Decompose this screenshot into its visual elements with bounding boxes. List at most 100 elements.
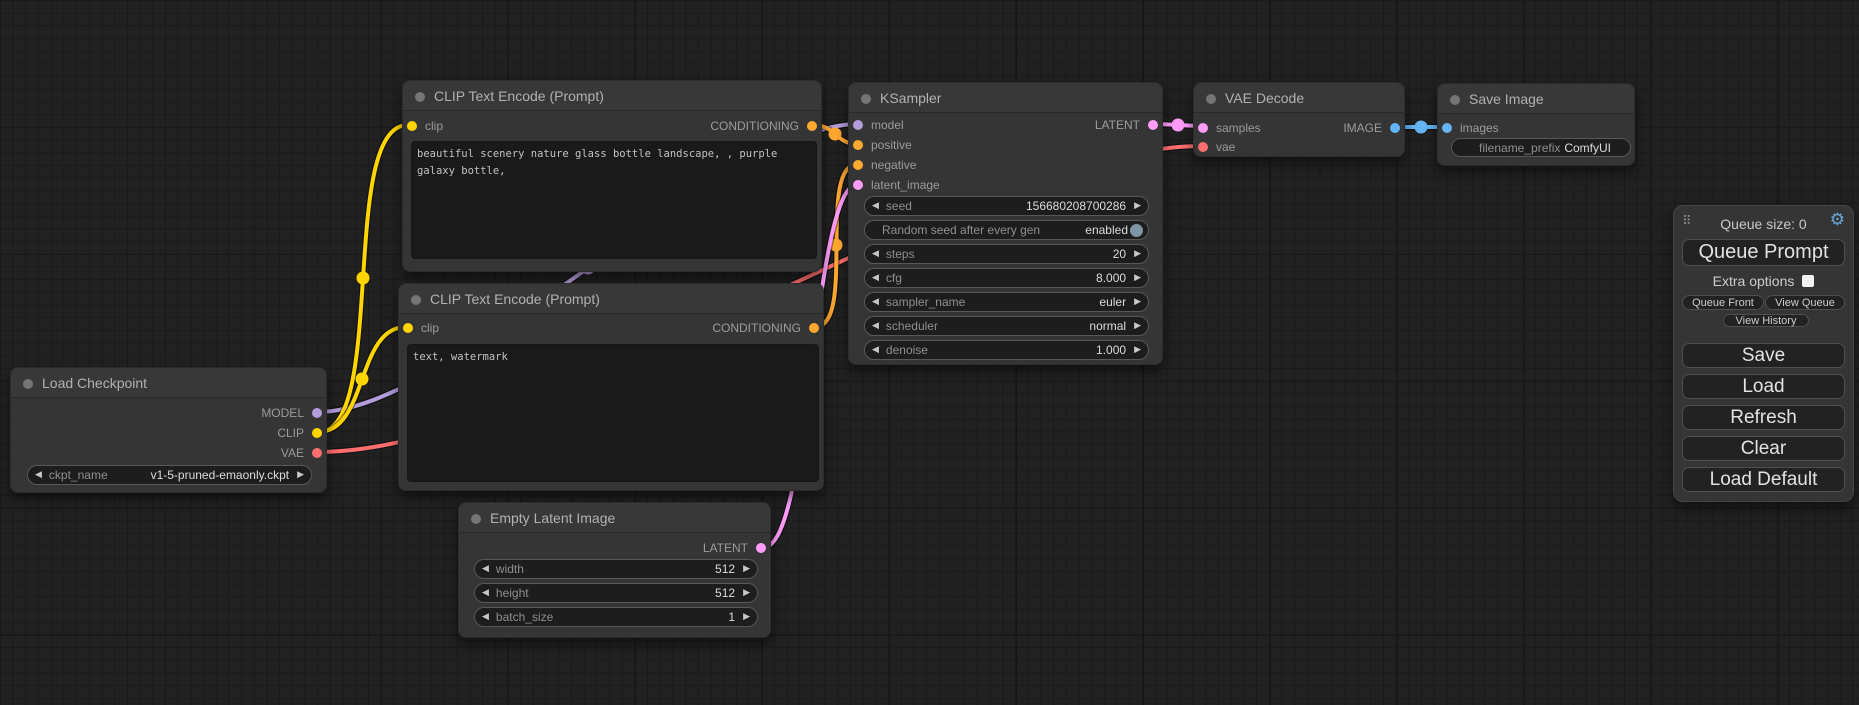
clear-button[interactable]: Clear <box>1682 436 1845 461</box>
gear-icon[interactable]: ⚙ <box>1830 212 1845 229</box>
view-queue-button[interactable]: View Queue <box>1765 295 1845 310</box>
node-title: Load Checkpoint <box>42 375 147 391</box>
latent-port[interactable] <box>1148 120 1158 130</box>
step-left-icon[interactable]: ◀ <box>35 471 42 480</box>
clip-negative-wire-midpoint-dot[interactable] <box>356 373 369 386</box>
node-title-bar[interactable]: Save Image <box>1438 84 1634 114</box>
clip-port[interactable] <box>407 121 417 131</box>
latent-port[interactable] <box>756 543 766 553</box>
node-title-bar[interactable]: VAE Decode <box>1194 83 1404 113</box>
step-left-icon[interactable]: ◀ <box>482 589 489 598</box>
slot-label: clip <box>425 119 443 133</box>
step-right-icon[interactable]: ▶ <box>297 471 304 480</box>
slot-label: model <box>871 118 904 132</box>
step-right-icon[interactable]: ▶ <box>743 565 750 574</box>
clip-port[interactable] <box>312 428 322 438</box>
conditioning-port[interactable] <box>853 140 863 150</box>
seed-widget[interactable]: ◀ seed 156680208700286 ▶ <box>864 196 1149 216</box>
node-collapse-dot[interactable] <box>415 92 425 102</box>
random-seed-toggle-widget[interactable]: Random seed after every gen enabled <box>864 220 1149 240</box>
node-collapse-dot[interactable] <box>1206 94 1216 104</box>
clip-positive-wire-midpoint-dot[interactable] <box>357 272 370 285</box>
queue-front-button[interactable]: Queue Front <box>1682 295 1764 310</box>
slot-label: vae <box>1216 140 1235 154</box>
step-left-icon[interactable]: ◀ <box>872 274 879 283</box>
node-load-checkpoint[interactable]: Load Checkpoint MODEL CLIP VAE ◀ ckpt_na… <box>10 367 327 493</box>
step-left-icon[interactable]: ◀ <box>872 202 879 211</box>
load-default-button[interactable]: Load Default <box>1682 467 1845 492</box>
clip-port[interactable] <box>403 323 413 333</box>
samples-wire-midpoint-dot[interactable] <box>1172 119 1185 132</box>
height-widget[interactable]: ◀ height 512 ▶ <box>474 583 758 603</box>
queue-prompt-button[interactable]: Queue Prompt <box>1682 239 1845 266</box>
clip-positive-wire[interactable] <box>318 125 408 432</box>
filename-prefix-widget[interactable]: filename_prefix ComfyUI <box>1451 138 1631 157</box>
step-left-icon[interactable]: ◀ <box>482 565 489 574</box>
node-empty-latent-image[interactable]: Empty Latent Image LATENT ◀ width 512 ▶ … <box>458 502 771 638</box>
node-collapse-dot[interactable] <box>471 514 481 524</box>
scheduler-widget[interactable]: ◀ scheduler normal ▶ <box>864 316 1149 336</box>
step-left-icon[interactable]: ◀ <box>482 613 489 622</box>
node-title-bar[interactable]: Empty Latent Image <box>459 503 770 533</box>
node-ksampler[interactable]: KSampler model positive negative latent_… <box>848 82 1163 365</box>
step-right-icon[interactable]: ▶ <box>1134 322 1141 331</box>
node-collapse-dot[interactable] <box>23 379 33 389</box>
node-clip-text-encode-negative[interactable]: CLIP Text Encode (Prompt) clip CONDITION… <box>398 283 824 491</box>
slot-label: latent_image <box>871 178 940 192</box>
node-title-bar[interactable]: CLIP Text Encode (Prompt) <box>399 284 823 314</box>
cond-negative-wire-midpoint-dot[interactable] <box>830 239 843 252</box>
image-port[interactable] <box>1390 123 1400 133</box>
sampler-name-widget[interactable]: ◀ sampler_name euler ▶ <box>864 292 1149 312</box>
node-collapse-dot[interactable] <box>861 94 871 104</box>
clip-negative-wire[interactable] <box>318 327 406 432</box>
node-save-image[interactable]: Save Image images filename_prefix ComfyU… <box>1437 83 1635 166</box>
node-collapse-dot[interactable] <box>411 295 421 305</box>
node-title-bar[interactable]: CLIP Text Encode (Prompt) <box>403 81 821 111</box>
node-vae-decode[interactable]: VAE Decode samples vae IMAGE <box>1193 82 1405 157</box>
node-clip-text-encode-positive[interactable]: CLIP Text Encode (Prompt) clip CONDITION… <box>402 80 822 272</box>
step-right-icon[interactable]: ▶ <box>1134 250 1141 259</box>
latent-port[interactable] <box>1198 123 1208 133</box>
step-left-icon[interactable]: ◀ <box>872 298 879 307</box>
step-right-icon[interactable]: ▶ <box>1134 202 1141 211</box>
steps-widget[interactable]: ◀ steps 20 ▶ <box>864 244 1149 264</box>
denoise-widget[interactable]: ◀ denoise 1.000 ▶ <box>864 340 1149 360</box>
batch-size-widget[interactable]: ◀ batch_size 1 ▶ <box>474 607 758 627</box>
load-button[interactable]: Load <box>1682 374 1845 399</box>
widget-value: euler <box>1099 295 1126 309</box>
view-history-button[interactable]: View History <box>1723 314 1809 327</box>
widget-value: 1.000 <box>1096 343 1126 357</box>
step-right-icon[interactable]: ▶ <box>743 589 750 598</box>
conditioning-port[interactable] <box>807 121 817 131</box>
node-title-bar[interactable]: KSampler <box>849 83 1162 113</box>
toggle-dot[interactable] <box>1130 224 1143 237</box>
ckpt-name-widget[interactable]: ◀ ckpt_name v1-5-pruned-emaonly.ckpt ▶ <box>27 465 312 485</box>
cond-positive-wire-midpoint-dot[interactable] <box>829 128 842 141</box>
step-left-icon[interactable]: ◀ <box>872 322 879 331</box>
step-right-icon[interactable]: ▶ <box>743 613 750 622</box>
step-right-icon[interactable]: ▶ <box>1134 346 1141 355</box>
step-left-icon[interactable]: ◀ <box>872 346 879 355</box>
step-right-icon[interactable]: ▶ <box>1134 274 1141 283</box>
node-collapse-dot[interactable] <box>1450 95 1460 105</box>
node-title-bar[interactable]: Load Checkpoint <box>11 368 326 398</box>
vae-port[interactable] <box>312 448 322 458</box>
width-widget[interactable]: ◀ width 512 ▶ <box>474 559 758 579</box>
save-button[interactable]: Save <box>1682 343 1845 368</box>
prompt-textarea[interactable]: beautiful scenery nature glass bottle la… <box>411 141 817 259</box>
refresh-button[interactable]: Refresh <box>1682 405 1845 430</box>
model-port[interactable] <box>853 120 863 130</box>
image-wire-midpoint-dot[interactable] <box>1415 121 1428 134</box>
image-port[interactable] <box>1442 123 1452 133</box>
step-left-icon[interactable]: ◀ <box>872 250 879 259</box>
conditioning-port[interactable] <box>809 323 819 333</box>
prompt-textarea[interactable]: text, watermark <box>407 344 819 482</box>
vae-port[interactable] <box>1198 142 1208 152</box>
latent-port[interactable] <box>853 180 863 190</box>
conditioning-port[interactable] <box>853 160 863 170</box>
extra-options-checkbox[interactable] <box>1802 275 1814 287</box>
step-right-icon[interactable]: ▶ <box>1134 298 1141 307</box>
cfg-widget[interactable]: ◀ cfg 8.000 ▶ <box>864 268 1149 288</box>
node-graph-canvas[interactable]: Load Checkpoint MODEL CLIP VAE ◀ ckpt_na… <box>0 0 1859 705</box>
model-port[interactable] <box>312 408 322 418</box>
